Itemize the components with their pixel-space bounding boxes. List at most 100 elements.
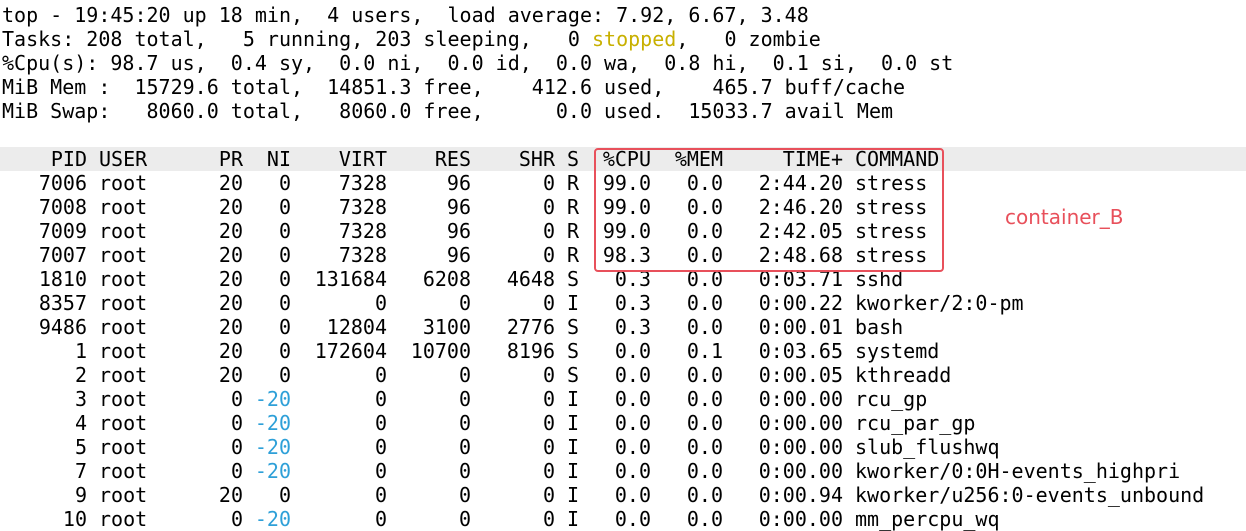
process-row[interactable]: 5 root 0 -20 0 0 0 I 0.0 0.0 0:00.00 slub_flushwq — [2, 435, 1246, 459]
cell-res: 96 — [446, 243, 471, 267]
cell-pid: 1 — [74, 339, 87, 363]
cell-shr: 0 — [542, 459, 555, 483]
cell-cpu: 0.0 — [614, 435, 651, 459]
cell-ni: 0 — [278, 243, 291, 267]
cell-time: 0:00.00 — [758, 507, 843, 531]
cell-time: 2:48.68 — [758, 243, 843, 267]
process-row[interactable]: 10 root 0 -20 0 0 0 I 0.0 0.0 0:00.00 mm_percpu_wq — [2, 507, 1246, 531]
cell-pid: 7009 — [38, 219, 87, 243]
process-row[interactable]: 1 root 20 0 172604 10700 8196 S 0.0 0.1 0:03.65 sys… — [2, 339, 1246, 363]
process-row[interactable]: 4 root 0 -20 0 0 0 I 0.0 0.0 0:00.00 rcu_par_gp — [2, 411, 1246, 435]
cell-shr: 0 — [542, 219, 555, 243]
cell-time: 2:44.20 — [758, 171, 843, 195]
cell-s: S — [566, 339, 579, 363]
cell-user: root — [99, 219, 148, 243]
cell-s: S — [566, 315, 579, 339]
cell-pid: 8357 — [38, 291, 87, 315]
tasks-line-suffix: , 0 zombie — [676, 27, 821, 51]
cell-pid: 7006 — [38, 171, 87, 195]
cell-command: systemd — [855, 339, 940, 363]
cell-cpu: 0.0 — [614, 507, 651, 531]
cell-shr: 0 — [542, 195, 555, 219]
cell-command: rcu_par_gp — [855, 411, 976, 435]
cell-pid: 9486 — [38, 315, 87, 339]
cell-s: R — [566, 219, 579, 243]
cell-user: root — [99, 243, 148, 267]
process-row[interactable]: 2 root 20 0 0 0 0 S 0.0 0.0 0:00.05 kthreadd — [2, 363, 1246, 387]
process-row[interactable]: 3 root 0 -20 0 0 0 I 0.0 0.0 0:00.00 rcu_gp — [2, 387, 1246, 411]
header-pid: PID — [50, 147, 87, 171]
cell-time: 0:00.05 — [758, 363, 843, 387]
cpu-line: %Cpu(s): 98.7 us, 0.4 sy, 0.0 ni, 0.0 id… — [2, 51, 954, 75]
cell-user: root — [99, 483, 148, 507]
cell-user: root — [99, 267, 148, 291]
header-command: COMMAND — [855, 147, 940, 171]
cell-pid: 7 — [74, 459, 87, 483]
cell-pr: 0 — [230, 387, 243, 411]
header-pr: PR — [218, 147, 243, 171]
header-cpu: %CPU — [602, 147, 651, 171]
cell-user: root — [99, 507, 148, 531]
cell-s: I — [566, 291, 579, 315]
process-row[interactable]: 7006 root 20 0 7328 96 0 R 99.0 0.0 2:44.20 stress — [2, 171, 1246, 195]
cell-res: 10700 — [410, 339, 471, 363]
cell-cpu: 0.3 — [614, 315, 651, 339]
cell-cpu: 98.3 — [602, 243, 651, 267]
cell-shr: 0 — [542, 387, 555, 411]
cell-cpu: 0.0 — [614, 339, 651, 363]
cell-command: kworker/2:0-pm — [855, 291, 1024, 315]
cell-res: 96 — [446, 219, 471, 243]
cell-s: R — [566, 195, 579, 219]
cell-s: S — [566, 267, 579, 291]
cell-virt: 0 — [374, 291, 387, 315]
cell-s: I — [566, 507, 579, 531]
cell-pid: 3 — [74, 387, 87, 411]
cell-time: 0:00.22 — [758, 291, 843, 315]
cell-s: I — [566, 459, 579, 483]
cell-pr: 20 — [218, 339, 243, 363]
cell-res: 0 — [458, 435, 471, 459]
process-row[interactable]: 9486 root 20 0 12804 3100 2776 S 0.3 0.0 0:00.01 ba… — [2, 315, 1246, 339]
cell-shr: 0 — [542, 291, 555, 315]
cell-mem: 0.0 — [686, 483, 723, 507]
container-annotation-label: container_B — [1005, 205, 1124, 229]
cell-user: root — [99, 435, 148, 459]
cell-time: 0:03.65 — [758, 339, 843, 363]
cell-pr: 0 — [230, 459, 243, 483]
tasks-line-prefix: Tasks: 208 total, 5 running, 203 sleepin… — [2, 27, 593, 51]
cell-pr: 20 — [218, 267, 243, 291]
cell-shr: 0 — [542, 483, 555, 507]
cell-pid: 10 — [62, 507, 87, 531]
cell-s: I — [566, 387, 579, 411]
cell-pr: 20 — [218, 315, 243, 339]
cell-mem: 0.0 — [686, 411, 723, 435]
header-virt: VIRT — [338, 147, 387, 171]
process-row[interactable]: 9 root 20 0 0 0 0 I 0.0 0.0 0:00.94 kworker/u256:0-… — [2, 483, 1246, 507]
cell-cpu: 0.0 — [614, 363, 651, 387]
cell-ni: 0 — [278, 483, 291, 507]
cell-mem: 0.0 — [686, 219, 723, 243]
process-row[interactable]: 1810 root 20 0 131684 6208 4648 S 0.3 0.0 0:03.71 s… — [2, 267, 1246, 291]
cell-virt: 131684 — [314, 267, 387, 291]
cell-virt: 7328 — [338, 171, 387, 195]
cell-virt: 7328 — [338, 243, 387, 267]
process-row[interactable]: 8357 root 20 0 0 0 0 I 0.3 0.0 0:00.22 kworker/2:0-… — [2, 291, 1246, 315]
cell-virt: 0 — [374, 435, 387, 459]
cell-user: root — [99, 339, 148, 363]
cell-user: root — [99, 291, 148, 315]
cell-pr: 20 — [218, 483, 243, 507]
cell-shr: 0 — [542, 171, 555, 195]
cell-virt: 7328 — [338, 195, 387, 219]
cell-user: root — [99, 195, 148, 219]
cell-res: 0 — [458, 459, 471, 483]
cell-command: stress — [855, 219, 928, 243]
cell-pr: 20 — [218, 171, 243, 195]
mem-line: MiB Mem : 15729.6 total, 14851.3 free, 4… — [2, 75, 906, 99]
cell-time: 0:00.00 — [758, 435, 843, 459]
cell-ni: 0 — [278, 219, 291, 243]
cell-user: root — [99, 411, 148, 435]
process-row[interactable]: 7 root 0 -20 0 0 0 I 0.0 0.0 0:00.00 kworker/0:0H-e… — [2, 459, 1246, 483]
process-row[interactable]: 7007 root 20 0 7328 96 0 R 98.3 0.0 2:48.68 stress — [2, 243, 1246, 267]
terminal-window[interactable]: top - 19:45:20 up 18 min, 4 users, load … — [0, 3, 1246, 531]
